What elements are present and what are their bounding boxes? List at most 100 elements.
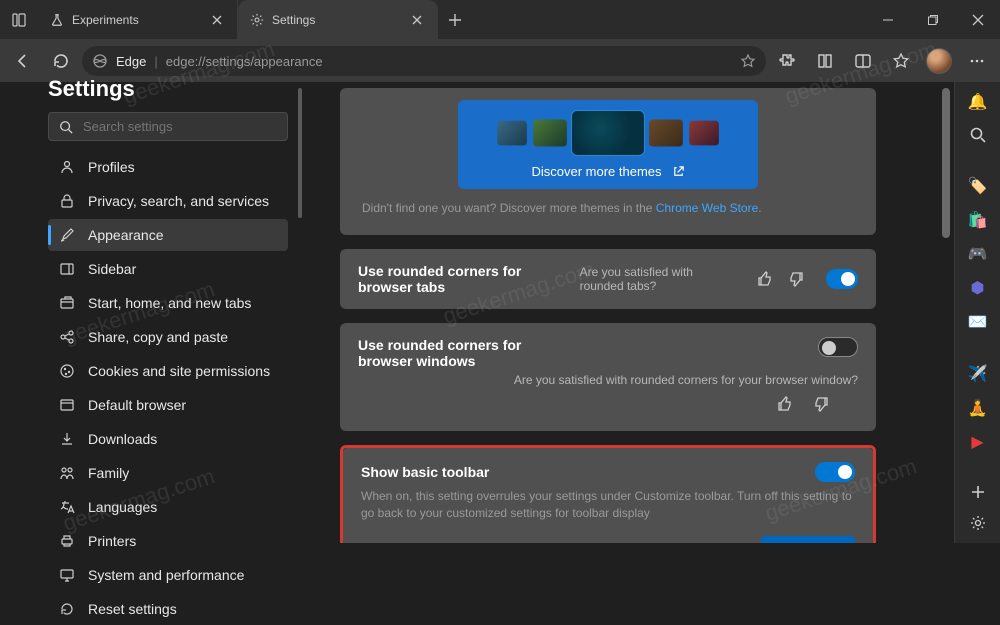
telegram-icon[interactable]: ✈️: [968, 364, 988, 384]
collections-button[interactable]: [808, 45, 842, 77]
sidebar-item-start-home-and-new-tabs[interactable]: Start, home, and new tabs: [48, 287, 288, 319]
lock-icon: [58, 192, 76, 210]
discover-themes-label: Discover more themes: [531, 164, 661, 179]
sidebar-item-label: Share, copy and paste: [88, 329, 228, 345]
sidebar-item-default-browser[interactable]: Default browser: [48, 389, 288, 421]
bell-icon[interactable]: 🔔: [968, 92, 988, 112]
tab-title: Settings: [272, 13, 401, 27]
sidebar-item-label: Profiles: [88, 159, 135, 175]
basic-toolbar-desc: When on, this setting overrules your set…: [361, 488, 855, 522]
themes-card: Discover more themes Didn't find one you…: [340, 88, 876, 235]
edge-sidebar: 🔔 🏷️ 🛍️ 🎮 ⬢ ✉️ ✈️ 🧘 ▶: [954, 82, 1000, 543]
theme-preview: [649, 120, 683, 147]
tab-close-button[interactable]: [209, 12, 225, 28]
theme-preview: [533, 120, 567, 147]
tabs-icon: [58, 294, 76, 312]
download-icon: [58, 430, 76, 448]
profile-avatar[interactable]: [926, 48, 952, 74]
printer-icon: [58, 532, 76, 550]
back-button[interactable]: [6, 45, 40, 77]
search-icon: [59, 120, 73, 134]
content-scrollbar[interactable]: [942, 88, 950, 537]
sidebar-item-label: Default browser: [88, 397, 186, 413]
browser-tab-settings[interactable]: Settings: [238, 0, 438, 39]
flask-icon: [50, 13, 64, 27]
restart-button[interactable]: Restart: [761, 536, 855, 543]
sidebar-item-label: Downloads: [88, 431, 157, 447]
sidebar-settings-icon[interactable]: [968, 514, 988, 532]
site-identity-icon[interactable]: [92, 53, 108, 69]
discover-themes-button[interactable]: Discover more themes: [458, 100, 758, 189]
sidebar-item-share-copy-and-paste[interactable]: Share, copy and paste: [48, 321, 288, 353]
sidebar-item-family[interactable]: Family: [48, 457, 288, 489]
menu-button[interactable]: [960, 45, 994, 77]
sidebar-item-printers[interactable]: Printers: [48, 525, 288, 557]
page-title: Settings: [48, 76, 288, 102]
settings-search-box[interactable]: [48, 112, 288, 141]
sidebar-item-system-and-performance[interactable]: System and performance: [48, 559, 288, 591]
rounded-tabs-card: Use rounded corners for browser tabs Are…: [340, 249, 876, 309]
extensions-button[interactable]: [770, 45, 804, 77]
rounded-windows-toggle[interactable]: [818, 337, 858, 357]
theme-note: Didn't find one you want? Discover more …: [362, 201, 860, 215]
rounded-windows-title-2: browser windows: [358, 353, 521, 369]
tag-icon[interactable]: 🏷️: [968, 176, 988, 196]
sidebar-item-cookies-and-site-permissions[interactable]: Cookies and site permissions: [48, 355, 288, 387]
sidebar-item-appearance[interactable]: Appearance: [48, 219, 288, 251]
favorites-button[interactable]: [884, 45, 918, 77]
sidebar-item-label: Cookies and site permissions: [88, 363, 270, 379]
sidebar-item-sidebar[interactable]: Sidebar: [48, 253, 288, 285]
games-icon[interactable]: 🎮: [968, 244, 988, 264]
browser-tab-experiments[interactable]: Experiments: [38, 0, 238, 39]
separator: |: [154, 54, 157, 69]
sidebar-item-languages[interactable]: Languages: [48, 491, 288, 523]
basic-toolbar-toggle[interactable]: [815, 462, 855, 482]
rounded-tabs-feedback-q: Are you satisfied with rounded tabs?: [580, 265, 735, 293]
tab-close-button[interactable]: [409, 12, 425, 28]
settings-sidebar: Settings ProfilesPrivacy, search, and se…: [0, 82, 300, 543]
split-screen-button[interactable]: [846, 45, 880, 77]
window-controls: [865, 0, 1000, 39]
sidebar-item-privacy-search-and-services[interactable]: Privacy, search, and services: [48, 185, 288, 217]
rounded-windows-title-1: Use rounded corners for: [358, 337, 521, 353]
thumbs-down-button[interactable]: [808, 391, 834, 417]
sidebar-item-profiles[interactable]: Profiles: [48, 151, 288, 183]
sidebar-item-downloads[interactable]: Downloads: [48, 423, 288, 455]
window-titlebar: Experiments Settings: [0, 0, 1000, 40]
maximize-button[interactable]: [910, 0, 955, 39]
tab-actions-button[interactable]: [0, 0, 38, 39]
rounded-tabs-title: Use rounded corners for browser tabs: [358, 263, 562, 295]
settings-search-input[interactable]: [83, 119, 277, 134]
basic-toolbar-title: Show basic toolbar: [361, 464, 489, 480]
thumbs-down-button[interactable]: [785, 266, 806, 292]
thumbs-up-button[interactable]: [772, 391, 798, 417]
new-tab-button[interactable]: [438, 0, 472, 39]
sidebar-item-reset-settings[interactable]: Reset settings: [48, 593, 288, 625]
reset-icon: [58, 600, 76, 618]
content-area: Settings ProfilesPrivacy, search, and se…: [0, 82, 1000, 543]
shopping-icon[interactable]: 🛍️: [968, 210, 988, 230]
sidebar-item-label: Printers: [88, 533, 136, 549]
address-bar[interactable]: Edge | edge://settings/appearance: [82, 46, 766, 76]
thumbs-up-button[interactable]: [754, 266, 775, 292]
browser-icon: [58, 396, 76, 414]
chrome-web-store-link[interactable]: Chrome Web Store: [656, 201, 759, 215]
theme-preview: [497, 121, 527, 146]
favorite-button[interactable]: [740, 53, 756, 69]
youtube-icon[interactable]: ▶: [968, 432, 988, 452]
meditation-icon[interactable]: 🧘: [968, 398, 988, 418]
sidebar-item-label: Privacy, search, and services: [88, 193, 269, 209]
titlebar-left: Experiments Settings: [0, 0, 472, 39]
add-sidebar-item[interactable]: [968, 484, 988, 500]
minimize-button[interactable]: [865, 0, 910, 39]
office-icon[interactable]: ⬢: [968, 278, 988, 298]
search-icon[interactable]: [968, 126, 988, 144]
rounded-tabs-toggle[interactable]: [826, 269, 858, 289]
outlook-icon[interactable]: ✉️: [968, 312, 988, 332]
refresh-button[interactable]: [44, 45, 78, 77]
gear-icon: [250, 13, 264, 27]
cookies-icon: [58, 362, 76, 380]
close-window-button[interactable]: [955, 0, 1000, 39]
sidebar-item-label: System and performance: [88, 567, 244, 583]
system-icon: [58, 566, 76, 584]
